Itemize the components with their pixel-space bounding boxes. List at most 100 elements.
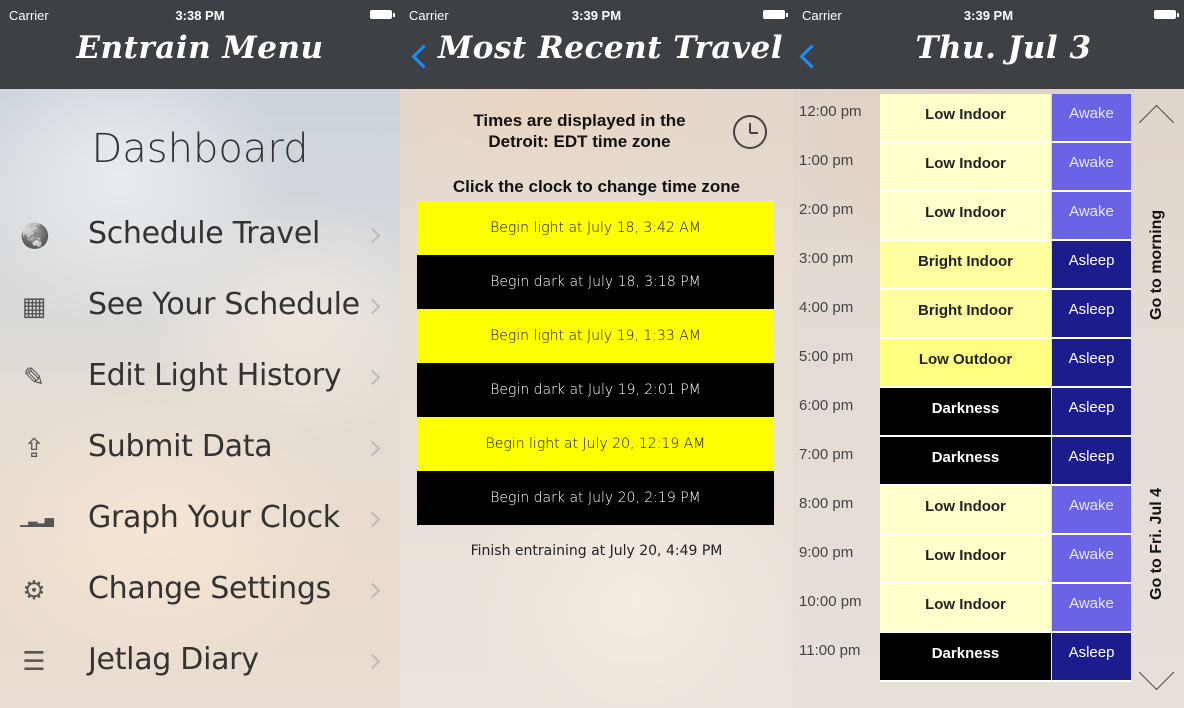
status-time: 3:38 PM <box>175 8 225 23</box>
light-level-cell[interactable]: Bright Indoor <box>880 241 1051 290</box>
menu-item-edit-light-history[interactable]: ✎ Edit Light History <box>0 352 400 412</box>
timezone-line-2: Detroit: EDT time zone <box>488 132 671 151</box>
menu-item-schedule-travel[interactable]: 🌏 Schedule Travel <box>0 210 400 270</box>
light-level-cell[interactable]: Low Outdoor <box>880 339 1051 388</box>
menu-item-jetlag-diary[interactable]: ☰ Jetlag Diary <box>0 636 400 696</box>
schedule-row: 7:00 pm Darkness Asleep <box>793 437 1184 486</box>
light-level-cell[interactable]: Bright Indoor <box>880 290 1051 339</box>
sleep-state-cell[interactable]: Awake <box>1052 143 1131 192</box>
menu-item-label: Graph Your Clock <box>88 500 340 535</box>
dashboard-button[interactable]: Dashboard <box>0 126 400 172</box>
gear-icon: ⚙ <box>22 576 46 606</box>
chevron-right-icon <box>364 227 381 244</box>
go-to-next-day-button[interactable]: Go to Fri. Jul 4 <box>1148 488 1166 600</box>
battery-icon <box>1154 10 1179 19</box>
menu-item-see-your-schedule[interactable]: ▦ See Your Schedule <box>0 281 400 341</box>
light-level-cell[interactable]: Darkness <box>880 388 1051 437</box>
sleep-state-cell[interactable]: Asleep <box>1052 437 1131 486</box>
sleep-state-cell[interactable]: Asleep <box>1052 241 1131 290</box>
status-time: 3:39 PM <box>571 8 622 23</box>
navbar: Carrier 3:39 PM Most Recent Travel <box>400 0 793 89</box>
schedule-row: 3:00 pm Bright Indoor Asleep <box>793 241 1184 290</box>
light-level-cell[interactable]: Low Indoor <box>880 192 1051 241</box>
chevron-right-icon <box>364 511 381 528</box>
sleep-state-cell[interactable]: Awake <box>1052 535 1131 584</box>
navbar: Carrier 3:38 PM Entrain Menu <box>0 0 400 89</box>
schedule-row: 9:00 pm Low Indoor Awake <box>793 535 1184 584</box>
sleep-state-cell[interactable]: Asleep <box>1052 388 1131 437</box>
menu-screen: Carrier 3:38 PM Entrain Menu Dashboard 🌏… <box>0 0 400 708</box>
finish-text: Finish entraining at July 20, 4:49 PM <box>470 543 723 559</box>
light-level-cell[interactable]: Low Indoor <box>880 143 1051 192</box>
hour-label: 5:00 pm <box>799 348 854 365</box>
light-level-cell[interactable]: Darkness <box>880 633 1051 682</box>
event-row-dark: Begin dark at July 18, 3:18 PM <box>417 255 774 309</box>
hour-label: 3:00 pm <box>799 250 854 267</box>
menu-item-label: See Your Schedule <box>88 287 360 322</box>
light-level-cell[interactable]: Darkness <box>880 437 1051 486</box>
menu-item-label: Edit Light History <box>88 358 342 393</box>
globe-icon: 🌏 <box>20 222 50 250</box>
light-level-cell[interactable]: Low Indoor <box>880 486 1051 535</box>
hour-label: 12:00 pm <box>799 103 862 120</box>
list-icon: ☰ <box>22 647 46 677</box>
chevron-right-icon <box>364 440 381 457</box>
travel-screen: Carrier 3:39 PM Most Recent Travel Times… <box>400 0 793 708</box>
status-bar: Carrier 3:39 PM <box>793 8 1184 24</box>
event-row-light: Begin light at July 20, 12:19 AM <box>417 417 774 471</box>
hour-label: 7:00 pm <box>799 446 854 463</box>
schedule-row: 1:00 pm Low Indoor Awake <box>793 143 1184 192</box>
hour-label: 2:00 pm <box>799 201 854 218</box>
sleep-state-cell[interactable]: Awake <box>1052 94 1131 143</box>
navbar: Carrier 3:39 PM Thu. Jul 3 <box>793 0 1184 89</box>
menu-item-change-settings[interactable]: ⚙ Change Settings <box>0 565 400 625</box>
event-row-light: Begin light at July 19, 1:33 AM <box>417 309 774 363</box>
timezone-line-1: Times are displayed in the <box>473 111 686 130</box>
schedule-row: 10:00 pm Low Indoor Awake <box>793 584 1184 633</box>
edit-icon: ✎ <box>23 363 45 393</box>
calendar-icon: ▦ <box>21 292 47 322</box>
schedule-row: 4:00 pm Bright Indoor Asleep <box>793 290 1184 339</box>
sleep-state-cell[interactable]: Awake <box>1052 584 1131 633</box>
hour-label: 11:00 pm <box>799 642 861 659</box>
chevron-right-icon <box>364 369 381 386</box>
hour-label: 4:00 pm <box>799 299 854 316</box>
bar-graph-icon: ▁▃▂▅ <box>20 513 54 527</box>
menu-item-label: Jetlag Diary <box>88 642 259 677</box>
go-to-morning-button[interactable]: Go to morning <box>1148 210 1166 320</box>
light-level-cell[interactable]: Low Indoor <box>880 584 1051 633</box>
menu-item-graph-your-clock[interactable]: ▁▃▂▅ Graph Your Clock <box>0 494 400 554</box>
click-clock-text: Click the clock to change time zone <box>452 177 741 196</box>
sleep-state-cell[interactable]: Asleep <box>1052 633 1131 682</box>
menu-item-label: Change Settings <box>88 571 331 606</box>
schedule-row: 5:00 pm Low Outdoor Asleep <box>793 339 1184 388</box>
schedule-row: 6:00 pm Darkness Asleep <box>793 388 1184 437</box>
hour-label: 9:00 pm <box>799 544 854 561</box>
hour-label: 8:00 pm <box>799 495 854 512</box>
menu-item-submit-data[interactable]: ⇪ Submit Data <box>0 423 400 483</box>
chevron-right-icon <box>364 582 381 599</box>
hour-label: 10:00 pm <box>799 593 862 610</box>
sleep-state-cell[interactable]: Awake <box>1052 486 1131 535</box>
battery-icon <box>370 10 395 19</box>
schedule-row: 11:00 pm Darkness Asleep <box>793 633 1184 682</box>
menu-item-label: Schedule Travel <box>88 216 321 251</box>
light-level-cell[interactable]: Low Indoor <box>880 535 1051 584</box>
chevron-right-icon <box>364 298 381 315</box>
back-chevron-icon[interactable] <box>799 44 824 69</box>
event-list: Begin light at July 18, 3:42 AM Begin dar… <box>417 201 774 525</box>
nav-title: Thu. Jul 3 <box>915 30 1092 66</box>
hour-label: 6:00 pm <box>799 397 854 414</box>
schedule-row: 8:00 pm Low Indoor Awake <box>793 486 1184 535</box>
event-row-dark: Begin dark at July 19, 2:01 PM <box>417 363 774 417</box>
menu-item-label: Submit Data <box>88 429 273 464</box>
sleep-state-cell[interactable]: Asleep <box>1052 339 1131 388</box>
sleep-state-cell[interactable]: Awake <box>1052 192 1131 241</box>
hour-label: 1:00 pm <box>799 152 854 169</box>
event-row-light: Begin light at July 18, 3:42 AM <box>417 201 774 255</box>
nav-title: Most Recent Travel <box>437 30 784 66</box>
sleep-state-cell[interactable]: Asleep <box>1052 290 1131 339</box>
share-icon: ⇪ <box>23 434 45 464</box>
light-level-cell[interactable]: Low Indoor <box>880 94 1051 143</box>
clock-icon[interactable] <box>733 115 767 149</box>
